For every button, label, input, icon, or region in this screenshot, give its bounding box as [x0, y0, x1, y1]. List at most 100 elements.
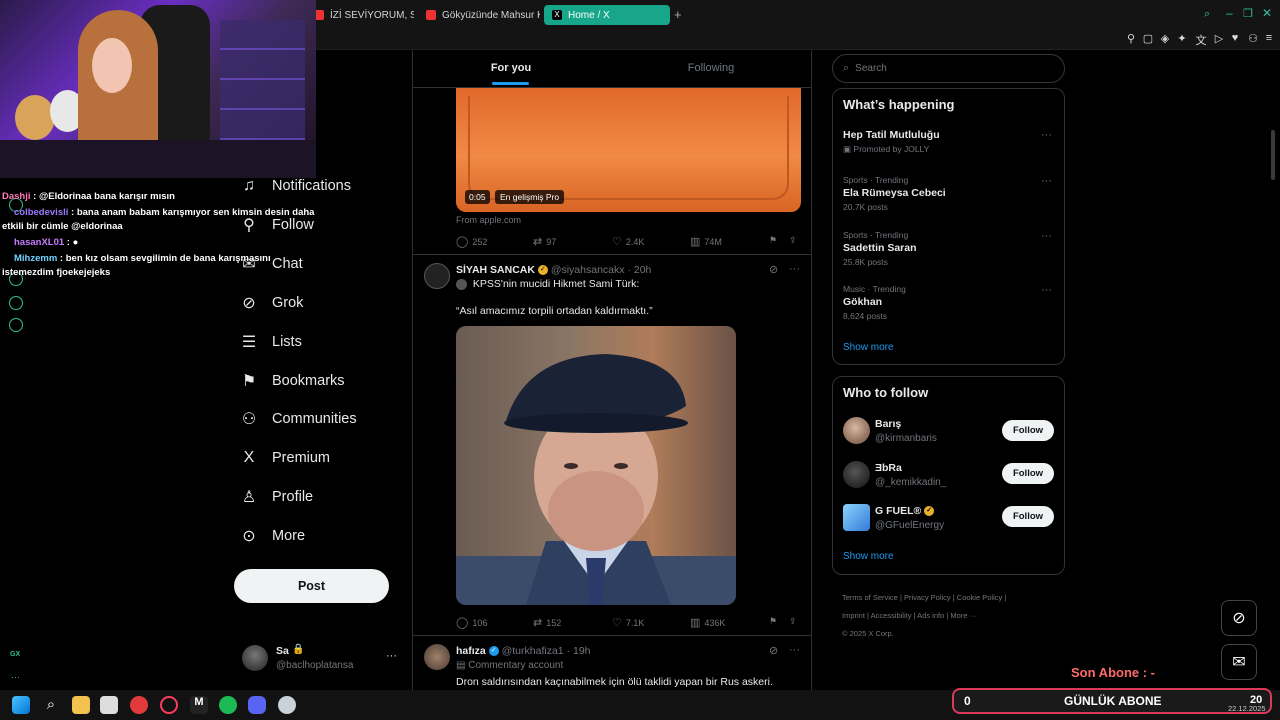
- follow-button[interactable]: Follow: [1002, 506, 1054, 527]
- link-source[interactable]: From apple.com: [456, 215, 521, 225]
- nav-profile[interactable]: ♙ Profile: [240, 484, 313, 510]
- extension-icon[interactable]: ✦: [1175, 32, 1189, 45]
- nav-grok[interactable]: ⊘ Grok: [240, 290, 303, 316]
- footer-link[interactable]: Accessibility: [871, 611, 912, 620]
- browser-tab[interactable]: Gökyüzünde Mahsur Kal: [418, 5, 540, 25]
- nav-more[interactable]: ⊙ More: [240, 523, 305, 549]
- like-button[interactable]: ♡ 7.1K: [612, 616, 644, 629]
- share-icon[interactable]: ⇪: [789, 235, 797, 246]
- post-more-icon[interactable]: ···: [789, 263, 800, 275]
- avatar[interactable]: [843, 461, 870, 488]
- steam-icon[interactable]: [278, 696, 296, 714]
- reader-icon[interactable]: ▢: [1141, 32, 1155, 45]
- post-time[interactable]: 20h: [634, 264, 652, 276]
- bookmark-icon[interactable]: ⚑: [769, 235, 777, 246]
- grok-float-button[interactable]: ⊘: [1221, 600, 1257, 636]
- pin-icon[interactable]: ⚲: [1124, 32, 1138, 45]
- nav-bookmarks[interactable]: ⚑ Bookmarks: [240, 368, 345, 394]
- avatar[interactable]: [424, 644, 450, 670]
- author-name[interactable]: hafıza: [456, 645, 486, 657]
- minimize-icon[interactable]: –: [1226, 6, 1233, 20]
- trend-more-icon[interactable]: ···: [1041, 175, 1052, 187]
- trend-item[interactable]: Music · Trending Gökhan 8,624 posts: [843, 284, 1053, 321]
- account-switcher[interactable]: Sa 🔒 @baclhoplatansa ···: [240, 641, 400, 675]
- browser-tab[interactable]: İZİ SEVİYORUM, SİZİ SE: [306, 5, 414, 25]
- app-icon[interactable]: [100, 696, 118, 714]
- heart-icon[interactable]: ♥: [1228, 32, 1242, 44]
- suggestion-handle[interactable]: @kirmanbaris: [875, 433, 937, 444]
- show-more-link[interactable]: Show more: [843, 342, 894, 353]
- follow-button[interactable]: Follow: [1002, 420, 1054, 441]
- repost-button[interactable]: ⇄ 97: [533, 235, 556, 248]
- repost-button[interactable]: ⇄ 152: [533, 616, 561, 629]
- post-image[interactable]: [456, 326, 736, 605]
- avatar[interactable]: [843, 417, 870, 444]
- suggestion-name[interactable]: G FUEL®: [875, 505, 921, 517]
- grok-icon[interactable]: ⊘: [769, 644, 778, 657]
- file-explorer-icon[interactable]: [72, 696, 90, 714]
- account-icon[interactable]: ⚇: [1246, 32, 1260, 45]
- like-button[interactable]: ♡ 2.4K: [612, 235, 644, 248]
- avatar[interactable]: [424, 263, 450, 289]
- author-handle[interactable]: @turkhafiza1: [502, 645, 564, 657]
- show-more-link[interactable]: Show more: [843, 551, 894, 562]
- reply-button[interactable]: ◯ 252: [456, 235, 487, 248]
- grok-icon[interactable]: ⊘: [769, 263, 778, 276]
- tab-following[interactable]: Following: [613, 50, 809, 86]
- discord-icon[interactable]: [248, 696, 266, 714]
- footer-link[interactable]: More ···: [950, 611, 977, 620]
- post-button[interactable]: Post: [234, 569, 389, 603]
- trend-item[interactable]: Sports · Trending Ela Rümeysa Cebeci 20.…: [843, 175, 1053, 212]
- nav-lists[interactable]: ☰ Lists: [240, 329, 302, 355]
- nav-communities[interactable]: ⚇ Communities: [240, 406, 357, 432]
- trend-item[interactable]: Hep Tatil Mutluluğu ▣ Promoted by JOLLY: [843, 129, 1053, 155]
- scrollbar[interactable]: [1271, 130, 1275, 180]
- tab-for-you[interactable]: For you: [413, 50, 609, 86]
- footer-link[interactable]: Privacy Policy: [904, 593, 951, 602]
- more-icon[interactable]: ···: [11, 672, 20, 682]
- search-icon[interactable]: ⌕: [1204, 8, 1210, 21]
- bookmark-icon[interactable]: ⚑: [769, 616, 777, 627]
- suggestion-handle[interactable]: @GFuelEnergy: [875, 520, 944, 531]
- footer-link[interactable]: Cookie Policy: [957, 593, 1002, 602]
- post-more-icon[interactable]: ···: [789, 644, 800, 656]
- account-more-icon[interactable]: ···: [386, 650, 397, 662]
- follow-button[interactable]: Follow: [1002, 463, 1054, 484]
- settings-icon[interactable]: [9, 318, 23, 332]
- app-icon[interactable]: [130, 696, 148, 714]
- share-icon[interactable]: ⇪: [789, 616, 797, 627]
- post-time[interactable]: 19h: [573, 645, 591, 657]
- footer-link[interactable]: Ads info: [917, 611, 944, 620]
- avatar[interactable]: [843, 504, 870, 531]
- browser-tab-active[interactable]: X Home / X: [544, 5, 670, 25]
- maximize-icon[interactable]: ❐: [1243, 7, 1253, 20]
- menu-icon[interactable]: ≡: [1262, 32, 1276, 44]
- messenger-icon[interactable]: [9, 296, 23, 310]
- author-handle[interactable]: @siyahsancakx: [551, 264, 625, 276]
- shield-icon[interactable]: ◈: [1158, 32, 1172, 45]
- footer-link[interactable]: Terms of Service: [842, 593, 898, 602]
- spotify-icon[interactable]: [219, 696, 237, 714]
- new-tab-button[interactable]: +: [674, 7, 682, 22]
- views-button[interactable]: ▥ 436K: [690, 616, 725, 629]
- author-name[interactable]: SİYAH SANCAK: [456, 264, 535, 276]
- opera-gx-icon[interactable]: [160, 696, 178, 714]
- suggestion-name[interactable]: ƎbRa: [875, 462, 902, 474]
- suggestion-name[interactable]: Barış: [875, 418, 901, 430]
- views-button[interactable]: ▥ 74M: [690, 235, 722, 248]
- search-icon[interactable]: ⌕: [42, 696, 60, 714]
- search-input[interactable]: ⌕ Search: [832, 54, 1065, 83]
- nav-premium[interactable]: X Premium: [240, 445, 330, 471]
- app-icon[interactable]: M: [190, 696, 208, 714]
- reply-button[interactable]: ◯ 106: [456, 616, 487, 629]
- trend-more-icon[interactable]: ···: [1041, 284, 1052, 296]
- suggestion-handle[interactable]: @_kemikkadin_: [875, 477, 946, 488]
- trend-item[interactable]: Sports · Trending Sadettin Saran 25.8K p…: [843, 230, 1053, 267]
- messages-float-button[interactable]: ✉: [1221, 644, 1257, 680]
- windows-start-icon[interactable]: [12, 696, 30, 714]
- play-icon[interactable]: ▷: [1212, 32, 1226, 45]
- footer-link[interactable]: Imprint: [842, 611, 865, 620]
- trend-more-icon[interactable]: ···: [1041, 230, 1052, 242]
- translate-icon[interactable]: 文: [1194, 32, 1208, 48]
- video-media[interactable]: 0:05 En gelişmiş Pro: [456, 88, 801, 212]
